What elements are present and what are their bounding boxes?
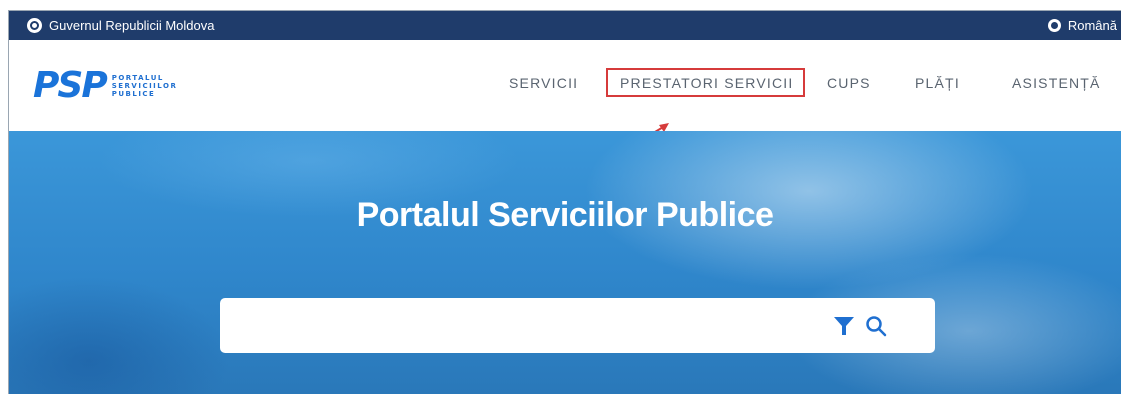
language-selector[interactable]: Română — [1047, 11, 1117, 40]
hero-banner: Portalul Serviciilor Publice — [9, 131, 1121, 394]
globe-icon — [1047, 19, 1061, 32]
main-navigation: SERVICII PRESTATORI SERVICII CUPS PLĂȚI … — [9, 40, 1121, 131]
search-bar — [220, 298, 935, 353]
moldova-emblem-icon — [27, 18, 42, 33]
nav-item-cups[interactable]: CUPS — [827, 75, 871, 91]
government-link[interactable]: Guvernul Republicii Moldova — [27, 11, 214, 40]
nav-item-asistenta[interactable]: ASISTENȚĂ — [1012, 75, 1101, 91]
filter-icon[interactable] — [833, 315, 855, 337]
nav-item-servicii[interactable]: SERVICII — [509, 75, 578, 91]
government-top-bar: Guvernul Republicii Moldova Română — [9, 11, 1121, 40]
search-input[interactable] — [232, 308, 816, 344]
language-label: Română — [1067, 18, 1117, 33]
site-header: PSP PORTALUL SERVICIILOR PUBLICE SERVICI… — [9, 40, 1121, 146]
government-title: Guvernul Republicii Moldova — [49, 18, 215, 33]
browser-viewport: Guvernul Republicii Moldova Română PSP P… — [8, 10, 1121, 394]
nav-item-plati[interactable]: PLĂȚI — [915, 75, 960, 91]
hero-title: Portalul Serviciilor Publice — [356, 196, 774, 234]
search-icon[interactable] — [865, 315, 887, 337]
nav-item-prestatori-servicii[interactable]: PRESTATORI SERVICII — [606, 68, 806, 97]
